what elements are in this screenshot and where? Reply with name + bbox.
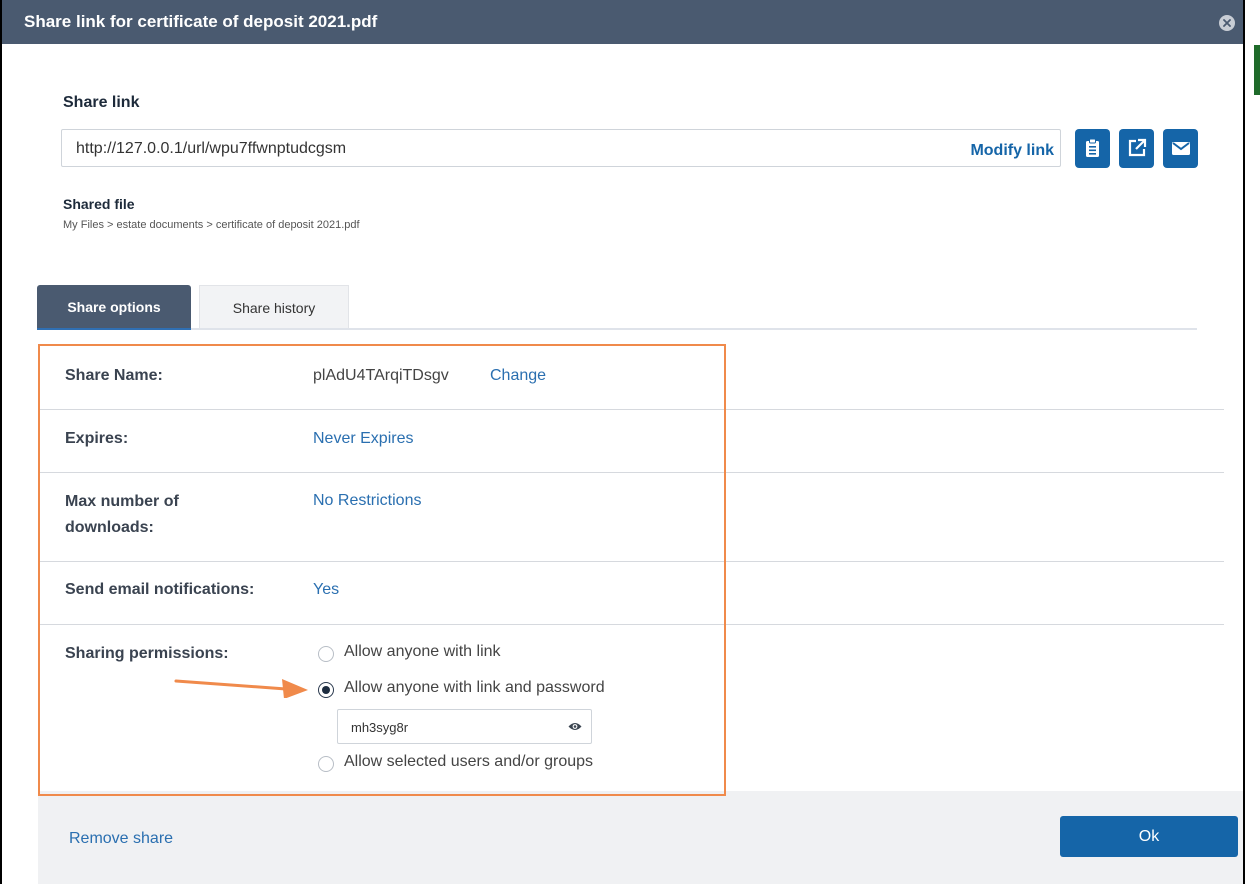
close-button[interactable] [1219,15,1235,31]
annotation-highlight-box [38,344,726,796]
dialog-title: Share link for certificate of deposit 20… [24,12,378,31]
open-link-button[interactable] [1119,129,1154,168]
share-link-field[interactable]: http://127.0.0.1/url/wpu7ffwnptudcgsm Mo… [61,129,1061,167]
shared-file-heading: Shared file [63,196,135,212]
clipboard-icon [1086,138,1099,157]
share-dialog: Share link for certificate of deposit 20… [2,0,1243,884]
external-link-icon [1128,138,1147,157]
tab-divider [37,328,1197,330]
background-window-accent [1254,45,1260,95]
background-window [1245,0,1260,884]
tab-share-options[interactable]: Share options [37,285,191,330]
title-bar: Share link for certificate of deposit 20… [2,0,1243,44]
envelope-icon [1172,142,1190,155]
tab-active-indicator [37,328,191,330]
remove-share-link[interactable]: Remove share [69,830,173,848]
share-link-url[interactable]: http://127.0.0.1/url/wpu7ffwnptudcgsm [76,140,346,158]
copy-link-button[interactable] [1075,129,1110,168]
ok-button[interactable]: Ok [1060,816,1238,857]
email-link-button[interactable] [1163,129,1198,168]
annotation-arrow [174,679,308,698]
shared-file-path: My Files > estate documents > certificat… [63,219,360,231]
share-link-heading: Share link [63,94,140,111]
tab-share-history[interactable]: Share history [199,285,349,330]
close-icon [1223,19,1231,27]
modify-link-button[interactable]: Modify link [970,142,1054,160]
